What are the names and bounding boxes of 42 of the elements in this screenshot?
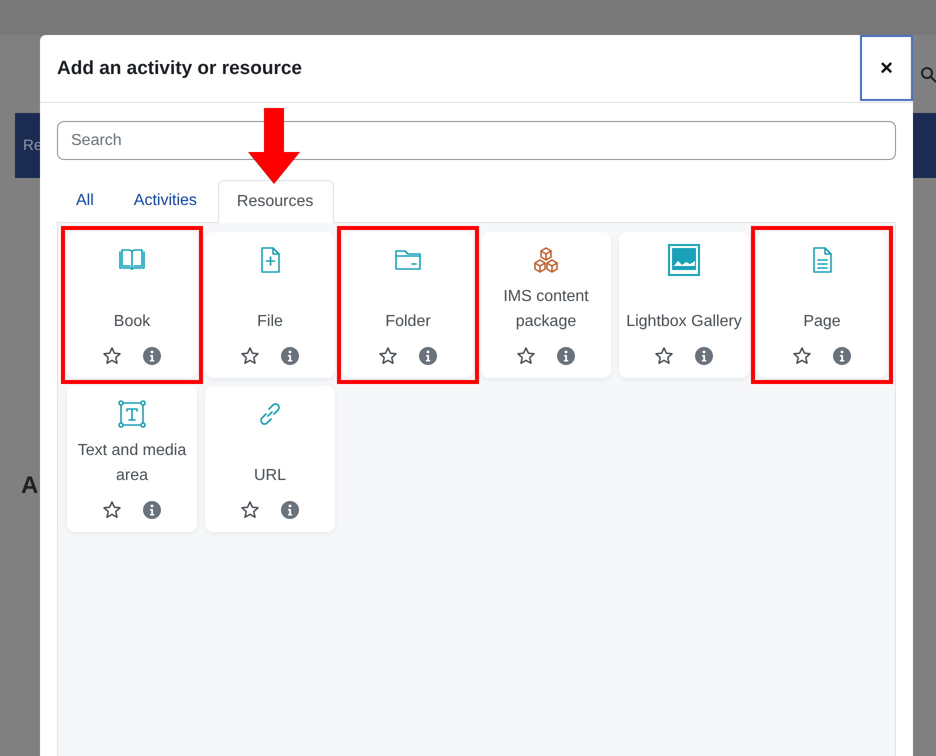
- info-icon[interactable]: [142, 500, 162, 520]
- activity-card[interactable]: Page: [757, 232, 887, 378]
- info-icon[interactable]: [142, 346, 162, 366]
- star-icon[interactable]: [102, 346, 122, 366]
- picture-frame-icon: [668, 244, 700, 276]
- star-icon[interactable]: [102, 500, 122, 520]
- star-icon[interactable]: [792, 346, 812, 366]
- search-field[interactable]: Search: [57, 121, 896, 160]
- activity-card[interactable]: Lightbox Gallery: [619, 232, 749, 378]
- activity-card[interactable]: Text and media area: [67, 386, 197, 532]
- activity-name: IMS content package: [502, 287, 590, 332]
- activity-name: Folder: [385, 312, 431, 332]
- info-icon[interactable]: [694, 346, 714, 366]
- dialog-title: Add an activity or resource: [57, 58, 302, 80]
- close-button[interactable]: ×: [860, 35, 913, 101]
- text-box-icon: [116, 398, 148, 430]
- activity-name: Book: [114, 312, 150, 332]
- info-icon[interactable]: [280, 346, 300, 366]
- star-icon[interactable]: [516, 346, 536, 366]
- activity-name: File: [257, 312, 283, 332]
- star-icon[interactable]: [240, 346, 260, 366]
- star-icon[interactable]: [378, 346, 398, 366]
- activity-name: Text and media area: [76, 441, 188, 486]
- info-icon[interactable]: [556, 346, 576, 366]
- activity-name: Lightbox Gallery: [626, 312, 742, 332]
- activity-name: Page: [803, 312, 841, 332]
- activity-card[interactable]: URL: [205, 386, 335, 532]
- tab[interactable]: All: [57, 179, 115, 222]
- star-icon[interactable]: [654, 346, 674, 366]
- tab[interactable]: Activities: [114, 179, 218, 222]
- activity-name: URL: [254, 466, 286, 486]
- activity-card[interactable]: Book: [67, 232, 197, 378]
- page-heading: A: [21, 472, 38, 500]
- search-icon: [920, 66, 936, 84]
- info-icon[interactable]: [280, 500, 300, 520]
- star-icon[interactable]: [240, 500, 260, 520]
- activity-card[interactable]: File: [205, 232, 335, 378]
- info-icon[interactable]: [418, 346, 438, 366]
- tab[interactable]: Resources: [218, 180, 334, 223]
- activity-card[interactable]: Folder: [343, 232, 473, 378]
- info-icon[interactable]: [832, 346, 852, 366]
- activity-card[interactable]: IMS content package: [481, 232, 611, 378]
